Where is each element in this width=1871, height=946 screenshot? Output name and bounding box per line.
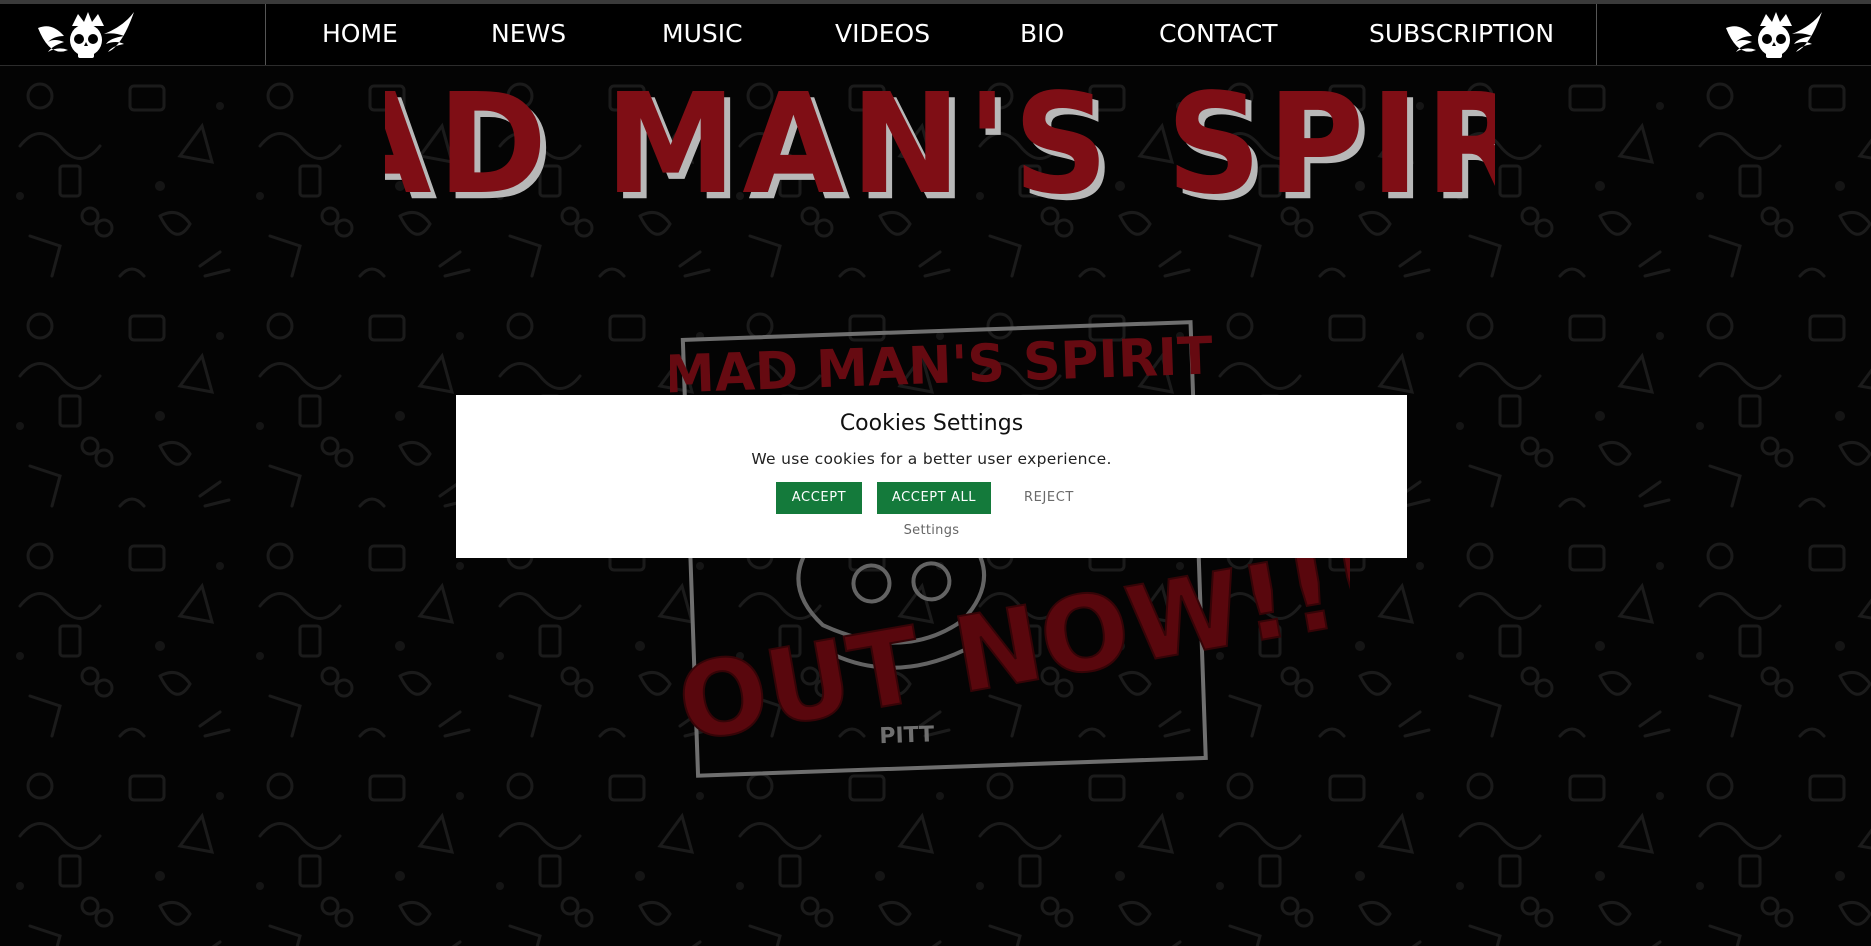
nav-item-contact[interactable]: CONTACT xyxy=(1159,19,1278,48)
winged-skull-crown-icon[interactable] xyxy=(34,8,138,60)
winged-skull-crown-icon[interactable] xyxy=(1722,8,1826,60)
nav-item-bio[interactable]: BIO xyxy=(1020,19,1064,48)
main-navigation: HOME NEWS MUSIC VIDEOS BIO CONTACT SUBSC… xyxy=(0,4,1871,66)
reject-button[interactable]: REJECT xyxy=(1004,482,1094,514)
nav-item-subscription[interactable]: SUBSCRIPTION xyxy=(1369,19,1554,48)
nav-divider-right xyxy=(1596,4,1597,65)
nav-item-home[interactable]: HOME xyxy=(322,19,398,48)
nav-item-music[interactable]: MUSIC xyxy=(662,19,743,48)
nav-divider-left xyxy=(265,4,266,65)
nav-item-news[interactable]: NEWS xyxy=(491,19,566,48)
accept-button[interactable]: ACCEPT xyxy=(776,482,862,514)
cookie-consent-modal: Cookies Settings We use cookies for a be… xyxy=(456,395,1407,558)
page: HOME NEWS MUSIC VIDEOS BIO CONTACT SUBSC… xyxy=(0,0,1871,946)
cookie-settings-row: Settings xyxy=(456,523,1407,538)
cookie-modal-title: Cookies Settings xyxy=(839,411,1024,436)
nav-item-videos[interactable]: VIDEOS xyxy=(835,19,930,48)
accept-all-button[interactable]: ACCEPT ALL xyxy=(877,482,991,514)
cookie-modal-text: We use cookies for a better user experie… xyxy=(751,450,1112,468)
cookie-settings-link[interactable]: Settings xyxy=(904,523,960,538)
